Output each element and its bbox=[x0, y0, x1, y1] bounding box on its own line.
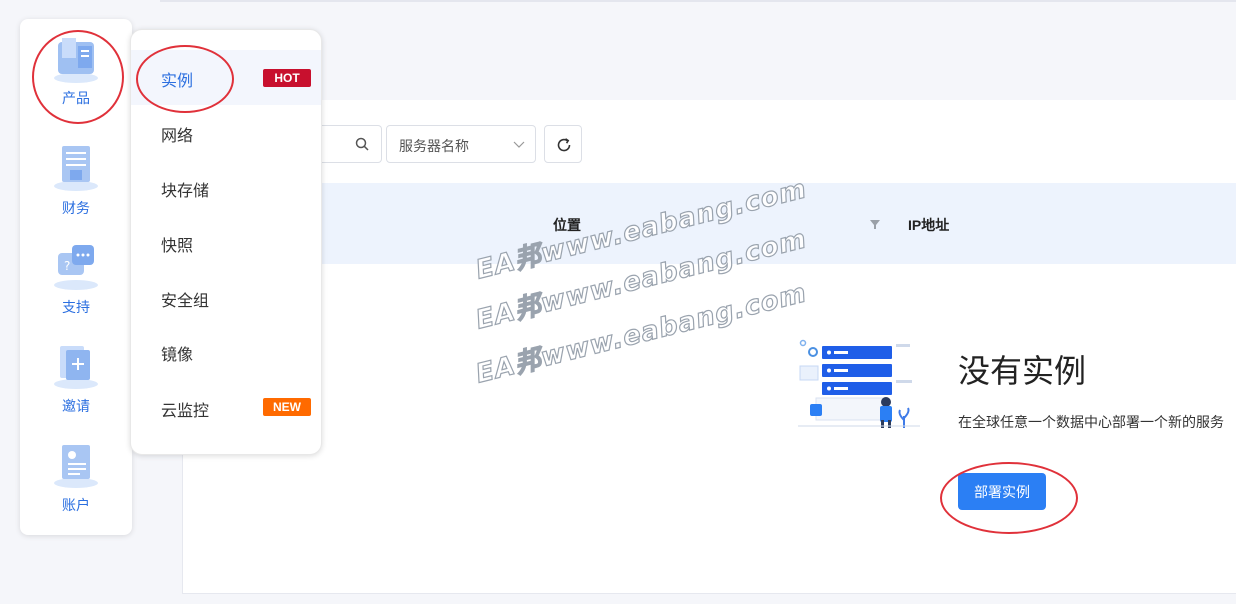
svg-text:?: ? bbox=[64, 259, 70, 273]
nav-item-label: 邀请 bbox=[62, 398, 90, 414]
filter-select-value: 服务器名称 bbox=[399, 138, 469, 154]
submenu-item-snapshots[interactable]: 快照 bbox=[161, 232, 193, 256]
nav-item-account[interactable]: 账户 bbox=[20, 437, 132, 515]
finance-icon bbox=[54, 146, 98, 191]
filter-select[interactable]: 服务器名称 bbox=[386, 125, 536, 163]
chevron-down-icon bbox=[513, 141, 525, 148]
highlight-ring-deploy bbox=[940, 462, 1078, 534]
nav-item-label: 支持 bbox=[62, 299, 90, 315]
invite-icon bbox=[54, 346, 98, 389]
empty-state-description: 在全球任意一个数据中心部署一个新的服务 bbox=[958, 414, 1224, 430]
account-icon bbox=[54, 445, 98, 488]
nav-item-support[interactable]: ? 支持 bbox=[20, 239, 132, 317]
nav-item-label: 账户 bbox=[62, 497, 90, 513]
new-badge: NEW bbox=[263, 398, 311, 416]
support-icon: ? bbox=[54, 245, 98, 290]
filter-icon[interactable] bbox=[869, 218, 881, 230]
top-divider bbox=[0, 0, 1236, 2]
submenu-item-block-storage[interactable]: 块存储 bbox=[161, 177, 209, 201]
nav-item-label: 财务 bbox=[62, 200, 90, 216]
highlight-ring-product bbox=[32, 30, 124, 124]
submenu-item-security-groups[interactable]: 安全组 bbox=[161, 287, 209, 311]
highlight-ring-instances bbox=[136, 45, 234, 113]
refresh-icon bbox=[557, 138, 571, 152]
refresh-button[interactable] bbox=[544, 125, 582, 163]
servers-illustration bbox=[798, 339, 920, 428]
empty-state-title: 没有实例 bbox=[958, 353, 1087, 389]
nav-item-finance[interactable]: 财务 bbox=[20, 140, 132, 218]
column-header-ip[interactable]: IP地址 bbox=[908, 215, 949, 235]
hot-badge: HOT bbox=[263, 69, 311, 87]
search-icon[interactable] bbox=[355, 137, 369, 151]
submenu-item-images[interactable]: 镜像 bbox=[161, 341, 193, 365]
submenu-item-network[interactable]: 网络 bbox=[161, 122, 193, 146]
submenu-item-cloud-monitor[interactable]: 云监控 bbox=[161, 397, 209, 421]
nav-item-invite[interactable]: 邀请 bbox=[20, 338, 132, 416]
